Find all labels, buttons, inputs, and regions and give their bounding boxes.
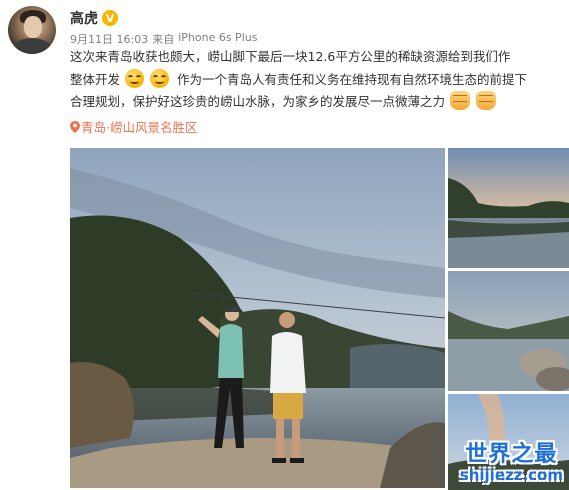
post-photo-thumb[interactable]: [448, 148, 569, 268]
location-pin-icon: [70, 120, 80, 133]
location-link[interactable]: 青岛·崂山风景名胜区: [70, 117, 197, 136]
watermark-logo: 世界之最 shijiezz.com: [460, 436, 563, 484]
smile-emoji-icon: [125, 68, 144, 88]
post-text-segment: 作为一个青岛人有责任和义务在维持现有自然环境生态的前提下: [176, 71, 527, 87]
lake-rocks-image: [448, 271, 569, 391]
watermark-title: 世界之最: [465, 442, 558, 467]
location-label: 青岛·崂山风景名胜区: [81, 120, 198, 135]
source-device-link[interactable]: iPhone 6s Plus: [178, 31, 257, 47]
post-meta: 9月11日 16:03 来自 iPhone 6s Plus: [70, 31, 257, 47]
watermark-url: shijiezz.com: [459, 466, 563, 484]
smile-emoji-icon: [149, 68, 169, 88]
post-text-segment: 整体开发: [70, 71, 121, 87]
post-photo-thumb[interactable]: [448, 271, 569, 391]
post-text-segment: 合理规划，保护好这珍贵的崂山水脉，为家乡的发展尽一点微薄之力: [70, 94, 446, 109]
lake-sunset-image: [448, 148, 569, 268]
verified-badge-icon: V: [102, 10, 118, 26]
post-photo-main[interactable]: [70, 148, 445, 488]
avatar-shoulders: [12, 38, 52, 54]
source-prefix: 来自: [152, 33, 175, 46]
post-text-line: 合理规划，保护好这珍贵的崂山水脉，为家乡的发展尽一点微薄之力: [70, 91, 566, 114]
post-timestamp[interactable]: 9月11日 16:03: [70, 31, 148, 47]
lake-scene-image: [70, 148, 445, 488]
post-text-line: 整体开发 作为一个青岛人有责任和义务在维持现有自然环境生态的前提下: [70, 68, 566, 92]
fist-emoji-icon: [450, 91, 470, 110]
avatar-face: [24, 16, 42, 38]
post-text-line: 这次来青岛收获也颇大，崂山脚下最后一块12.6平方公里的稀缺资源给到我们作: [70, 49, 511, 64]
post-header: 高虎 V: [70, 8, 118, 28]
fist-emoji-icon: [475, 91, 496, 110]
username-link[interactable]: 高虎: [70, 8, 98, 28]
post-content: 这次来青岛收获也颇大，崂山脚下最后一块12.6平方公里的稀缺资源给到我们作 整体…: [70, 46, 566, 114]
avatar[interactable]: [8, 6, 56, 54]
